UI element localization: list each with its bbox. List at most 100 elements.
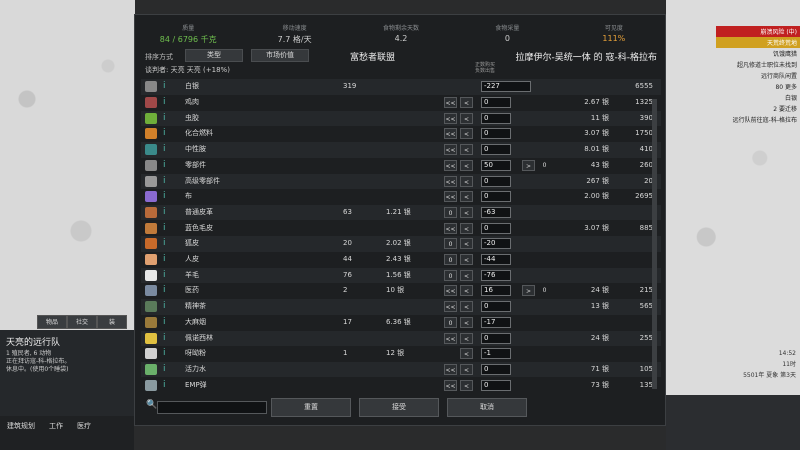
info-icon[interactable]: i [163, 238, 171, 249]
transfer-all-button[interactable]: << [444, 379, 457, 391]
transfer-one-button[interactable]: < [460, 144, 473, 156]
trade-amount-field[interactable]: 0 [481, 128, 511, 140]
transfer-right-button[interactable]: > [522, 285, 535, 297]
alert-item[interactable]: 远行商队闲置 [716, 70, 800, 81]
accept-button[interactable]: 接受 [359, 398, 439, 417]
transfer-all-button[interactable]: << [444, 301, 457, 313]
info-icon[interactable]: i [163, 223, 171, 234]
transfer-all-button[interactable]: 0 [444, 238, 457, 250]
transfer-all-button[interactable]: << [444, 97, 457, 108]
info-icon[interactable]: i [163, 285, 171, 296]
info-icon[interactable]: i [163, 97, 171, 108]
trade-amount-field[interactable]: 0 [481, 301, 511, 313]
transfer-one-button[interactable]: < [460, 316, 473, 328]
info-icon[interactable]: i [163, 254, 171, 265]
trade-amount-field[interactable]: -20 [481, 238, 511, 250]
cancel-button[interactable]: 取消 [447, 398, 527, 417]
info-icon[interactable]: i [163, 113, 171, 124]
transfer-one-button[interactable]: < [460, 128, 473, 140]
transfer-one-button[interactable]: < [460, 363, 473, 375]
transfer-all-button[interactable]: << [444, 363, 457, 375]
transfer-all-button[interactable]: << [444, 285, 457, 297]
sort-market-button[interactable]: 市场价值 [251, 49, 309, 62]
transfer-one-button[interactable]: < [460, 97, 473, 108]
trade-amount-field[interactable]: -63 [481, 206, 511, 218]
alert-item[interactable]: 远行队前往寇-科-格拉布 [716, 114, 800, 125]
alert-item[interactable]: 饥饿鹰猎 [716, 48, 800, 59]
trade-amount-field[interactable]: 0 [481, 112, 511, 124]
alert-item[interactable]: 2 要迁移 [716, 103, 800, 114]
transfer-all-button[interactable]: << [444, 191, 457, 203]
info-icon[interactable]: i [163, 191, 171, 202]
transfer-one-button[interactable]: < [460, 285, 473, 297]
info-icon[interactable]: i [163, 333, 171, 344]
alert-item[interactable]: 80 更多 [716, 81, 800, 92]
transfer-one-button[interactable]: < [460, 112, 473, 124]
world-map-left[interactable] [0, 0, 135, 330]
transfer-one-button[interactable]: < [460, 206, 473, 218]
scrollbar[interactable] [652, 99, 657, 389]
info-icon[interactable]: i [163, 144, 171, 155]
transfer-one-button[interactable]: < [460, 269, 473, 281]
tab-items[interactable]: 物品 [37, 315, 67, 329]
trade-amount-field[interactable]: 0 [481, 363, 511, 375]
transfer-all-button[interactable]: << [444, 159, 457, 171]
transfer-all-button[interactable]: << [444, 144, 457, 156]
alert-item[interactable]: 崩溃风险 (中) [716, 26, 800, 37]
transfer-one-button[interactable]: < [460, 348, 473, 360]
transfer-one-button[interactable]: < [460, 175, 473, 187]
trade-amount-field[interactable]: 50 [481, 159, 511, 171]
transfer-one-button[interactable]: < [460, 379, 473, 391]
search-input[interactable] [157, 401, 267, 414]
info-icon[interactable]: i [163, 380, 171, 391]
transfer-one-button[interactable]: < [460, 191, 473, 203]
transfer-one-button[interactable]: < [460, 222, 473, 234]
transfer-all-button[interactable]: << [444, 332, 457, 344]
trade-amount-field[interactable]: 0 [481, 144, 511, 156]
trade-amount-field[interactable]: -1 [481, 348, 511, 360]
info-icon[interactable]: i [163, 364, 171, 375]
transfer-one-button[interactable]: < [460, 332, 473, 344]
transfer-all-button[interactable]: 0 [444, 316, 457, 328]
info-icon[interactable]: i [163, 128, 171, 139]
transfer-one-button[interactable]: < [460, 238, 473, 250]
transfer-one-button[interactable]: < [460, 301, 473, 313]
transfer-one-button[interactable]: < [460, 254, 473, 265]
info-icon[interactable]: i [163, 207, 171, 218]
tab-gear[interactable]: 装 [97, 315, 127, 329]
trade-amount-field[interactable]: 16 [481, 285, 511, 297]
trade-amount-field[interactable]: 0 [481, 379, 511, 391]
info-icon[interactable]: i [163, 176, 171, 187]
info-icon[interactable]: i [163, 301, 171, 312]
trade-amount-field[interactable]: -227 [481, 81, 531, 92]
transfer-all-button[interactable]: 0 [444, 269, 457, 281]
transfer-one-button[interactable]: < [460, 159, 473, 171]
transfer-all-button[interactable]: << [444, 175, 457, 187]
info-icon[interactable]: i [163, 317, 171, 328]
alert-item[interactable]: 超凡修道士职位未找到 [716, 59, 800, 70]
main-btn-architect[interactable]: 建筑规划 [0, 416, 42, 450]
trade-amount-field[interactable]: 0 [481, 97, 511, 108]
info-icon[interactable]: i [163, 81, 171, 92]
info-icon[interactable]: i [163, 160, 171, 171]
transfer-right-button[interactable]: > [522, 159, 535, 171]
info-icon[interactable]: i [163, 270, 171, 281]
alert-item[interactable]: 白银 [716, 92, 800, 103]
sort-type-button[interactable]: 类型 [185, 49, 243, 62]
transfer-all-button[interactable]: 0 [444, 206, 457, 218]
trade-amount-field[interactable]: 0 [481, 222, 511, 234]
reset-button[interactable]: 重置 [271, 398, 351, 417]
trade-amount-field[interactable]: -44 [481, 254, 511, 265]
trade-amount-field[interactable]: 0 [481, 175, 511, 187]
transfer-all-button[interactable]: << [444, 222, 457, 234]
trade-amount-field[interactable]: -17 [481, 316, 511, 328]
info-icon[interactable]: i [163, 348, 171, 359]
main-btn-work[interactable]: 工作 [42, 416, 70, 450]
transfer-all-button[interactable]: << [444, 112, 457, 124]
trade-amount-field[interactable]: -76 [481, 269, 511, 281]
tab-social[interactable]: 社交 [67, 315, 97, 329]
transfer-all-button[interactable]: << [444, 128, 457, 140]
trade-amount-field[interactable]: 0 [481, 332, 511, 344]
trade-amount-field[interactable]: 0 [481, 191, 511, 203]
alert-item[interactable]: 天荒终荒地 [716, 37, 800, 48]
